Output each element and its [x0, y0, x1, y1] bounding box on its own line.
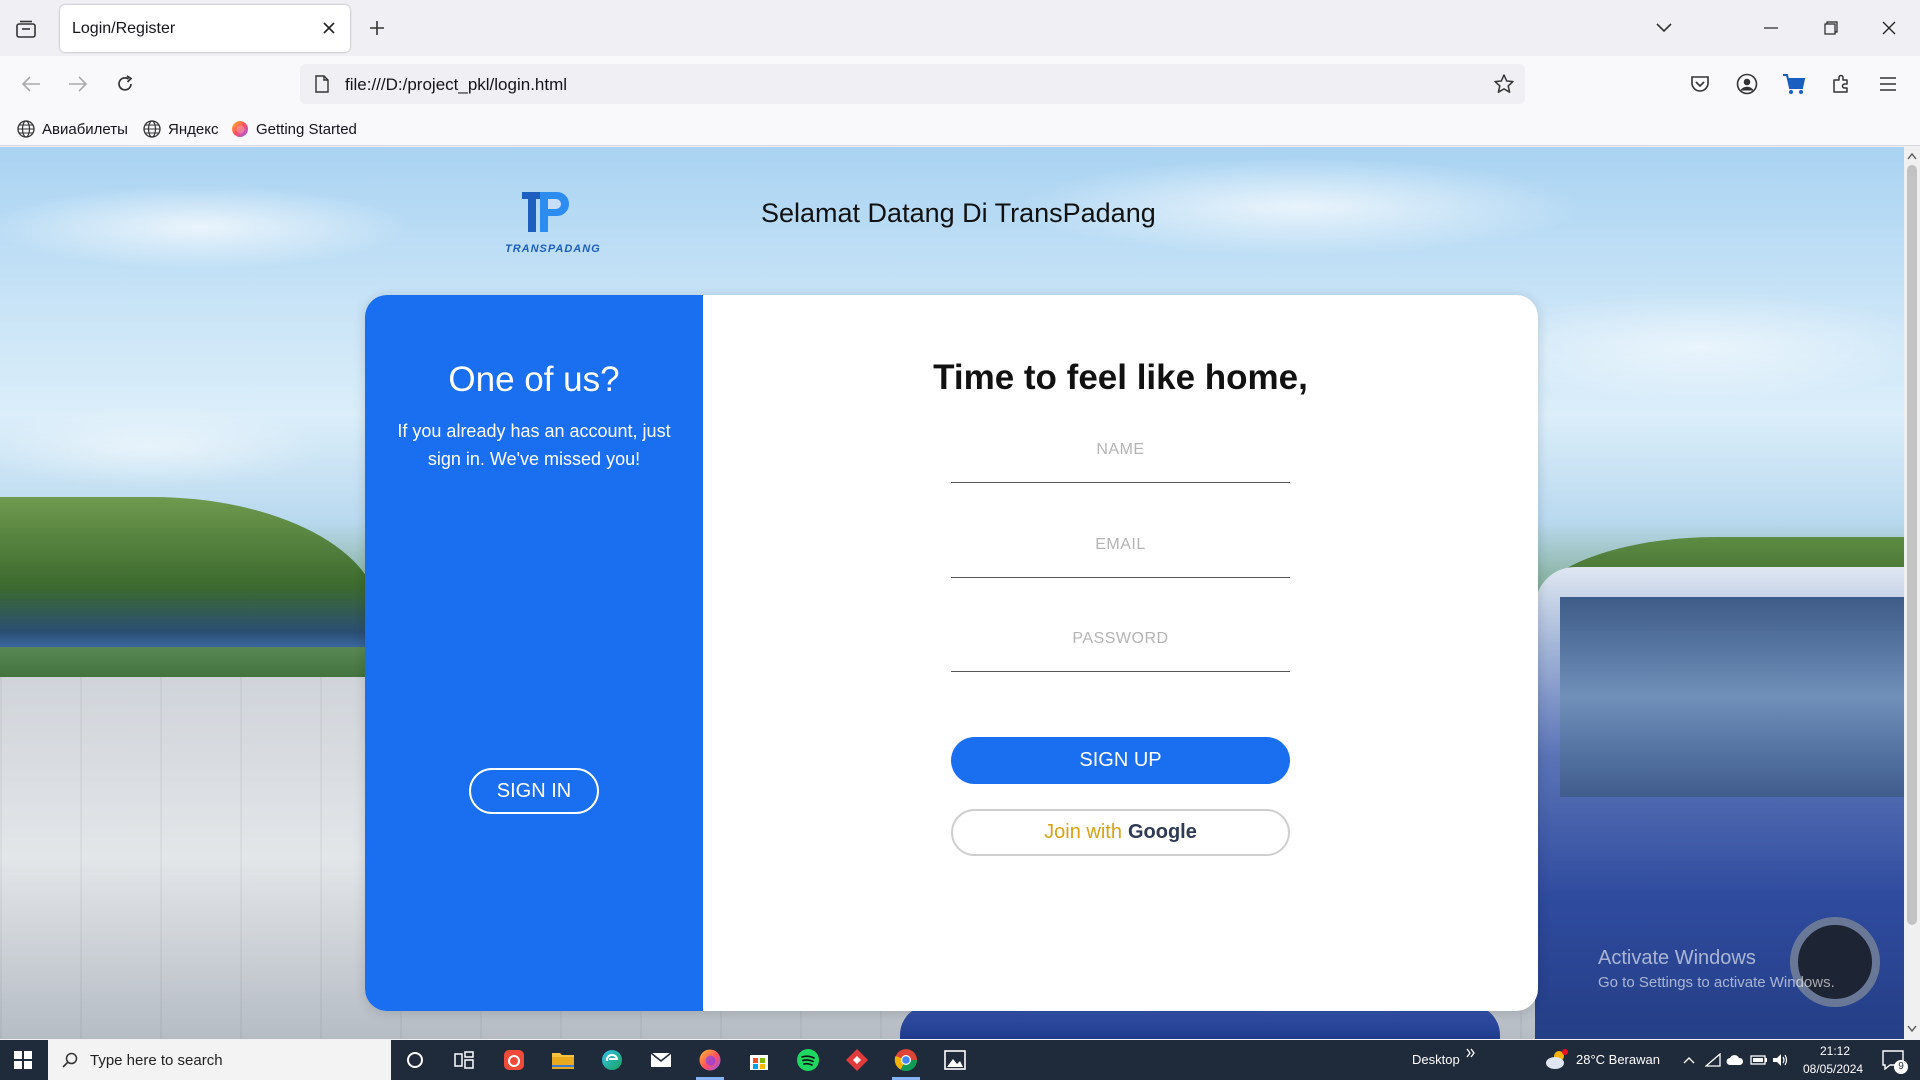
new-tab-icon[interactable]: [363, 14, 391, 42]
photos-icon[interactable]: [935, 1044, 975, 1076]
notification-badge: 9: [1894, 1060, 1908, 1074]
chevron-down-icon[interactable]: [1650, 14, 1678, 42]
chrome-icon[interactable]: [886, 1044, 926, 1080]
spotify-icon[interactable]: [788, 1044, 828, 1076]
onedrive-icon[interactable]: [1726, 1051, 1744, 1069]
weather-cloud-icon[interactable]: [1544, 1049, 1570, 1071]
bookmark-star-icon[interactable]: [1491, 71, 1517, 97]
email-placeholder: EMAIL: [1095, 536, 1146, 553]
double-chevron-icon[interactable]: [1462, 1044, 1480, 1062]
transpadang-logo: TRANSPADANG: [505, 187, 601, 259]
forward-icon[interactable]: [62, 68, 94, 100]
microsoft-store-icon[interactable]: [739, 1044, 779, 1076]
minimize-icon[interactable]: [1748, 10, 1794, 46]
tab-list-icon[interactable]: [10, 14, 42, 44]
address-bar[interactable]: file:///D:/project_pkl/login.html: [300, 64, 1525, 104]
scrollbar-thumb[interactable]: [1907, 165, 1917, 925]
name-field[interactable]: NAME: [951, 433, 1290, 483]
windows-taskbar: Type here to search Desktop 28°C Berawan…: [0, 1040, 1920, 1080]
taskbar-search-input[interactable]: Type here to search: [48, 1040, 391, 1080]
mail-icon[interactable]: [641, 1044, 681, 1076]
google-join-button[interactable]: Join with Google: [951, 809, 1290, 856]
bookmark-item[interactable]: Getting Started: [230, 118, 357, 140]
background-bus-window: [1560, 597, 1904, 797]
sign-in-button[interactable]: SIGN IN: [469, 768, 599, 814]
sign-up-button[interactable]: SIGN UP: [951, 737, 1290, 784]
chevron-up-icon[interactable]: [1680, 1051, 1698, 1069]
bookmark-label: Яндекс: [168, 120, 219, 138]
scroll-down-icon[interactable]: [1906, 1023, 1918, 1035]
volume-icon[interactable]: [1772, 1051, 1790, 1069]
restore-icon[interactable]: [1808, 10, 1854, 46]
tab-strip: Login/Register: [0, 0, 1920, 56]
firefox-icon[interactable]: [690, 1044, 730, 1080]
cortana-icon[interactable]: [395, 1044, 435, 1076]
menu-icon[interactable]: [1872, 68, 1904, 100]
app-icon-red[interactable]: [494, 1044, 534, 1076]
clock-time[interactable]: 21:12: [1820, 1044, 1850, 1058]
browser-tab[interactable]: Login/Register: [60, 5, 350, 52]
bookmark-item[interactable]: Авиабилеты: [16, 118, 128, 140]
activate-windows-watermark: Activate Windows Go to Settings to activ…: [1598, 947, 1835, 991]
globe-icon: [16, 119, 36, 139]
pocket-icon[interactable]: [1684, 68, 1716, 100]
firefox-icon: [230, 119, 250, 139]
bookmarks-toolbar: Авиабилеты Яндекс Getting Started: [0, 112, 1920, 146]
weather-text[interactable]: 28°C Berawan: [1576, 1052, 1660, 1067]
navigation-bar: file:///D:/project_pkl/login.html: [0, 56, 1920, 112]
close-window-icon[interactable]: [1866, 10, 1912, 46]
search-icon: [60, 1050, 80, 1070]
reload-icon[interactable]: [109, 68, 141, 100]
bookmark-label: Getting Started: [256, 120, 357, 138]
auth-card: One of us? If you already has an account…: [365, 295, 1538, 1011]
account-icon[interactable]: [1731, 68, 1763, 100]
file-explorer-icon[interactable]: [543, 1044, 583, 1076]
page-scrollbar[interactable]: [1904, 147, 1920, 1039]
bookmark-label: Авиабилеты: [42, 120, 128, 138]
password-field[interactable]: PASSWORD: [951, 622, 1290, 672]
google-join-prefix: Join with: [1044, 821, 1122, 843]
register-title: Time to feel like home,: [933, 358, 1308, 397]
task-view-icon[interactable]: [444, 1044, 484, 1076]
google-join-brand: Google: [1127, 821, 1197, 843]
search-placeholder: Type here to search: [90, 1051, 223, 1069]
signin-panel: One of us? If you already has an account…: [365, 295, 703, 1011]
edge-icon[interactable]: [592, 1044, 632, 1076]
desktop-toolbar-label[interactable]: Desktop: [1412, 1052, 1460, 1067]
battery-icon[interactable]: [1750, 1051, 1768, 1069]
windows-start-icon[interactable]: [0, 1040, 46, 1080]
email-field[interactable]: EMAIL: [951, 528, 1290, 578]
cart-icon[interactable]: [1778, 68, 1810, 100]
close-tab-icon[interactable]: [318, 17, 340, 39]
page-viewport: TRANSPADANG Selamat Datang Di TransPadan…: [0, 147, 1904, 1039]
extensions-icon[interactable]: [1825, 68, 1857, 100]
page-icon: [312, 74, 332, 94]
signin-panel-title: One of us?: [448, 360, 620, 399]
scroll-up-icon[interactable]: [1906, 150, 1918, 162]
name-placeholder: NAME: [1096, 441, 1145, 458]
url-text: file:///D:/project_pkl/login.html: [345, 75, 568, 94]
watermark-line2: Go to Settings to activate Windows.: [1598, 974, 1835, 991]
tab-title: Login/Register: [72, 20, 176, 37]
watermark-line1: Activate Windows: [1598, 947, 1756, 969]
back-icon[interactable]: [15, 68, 47, 100]
password-placeholder: PASSWORD: [1072, 630, 1169, 647]
app-icon-diamond[interactable]: [837, 1044, 877, 1076]
logo-text: TRANSPADANG: [505, 243, 601, 255]
globe-icon: [142, 119, 162, 139]
welcome-heading: Selamat Datang Di TransPadang: [761, 198, 1156, 228]
network-icon[interactable]: [1704, 1051, 1722, 1069]
bookmark-item[interactable]: Яндекс: [142, 118, 218, 140]
signin-panel-text: If you already has an account, just sign…: [397, 421, 671, 469]
clock-date[interactable]: 08/05/2024: [1803, 1062, 1863, 1076]
